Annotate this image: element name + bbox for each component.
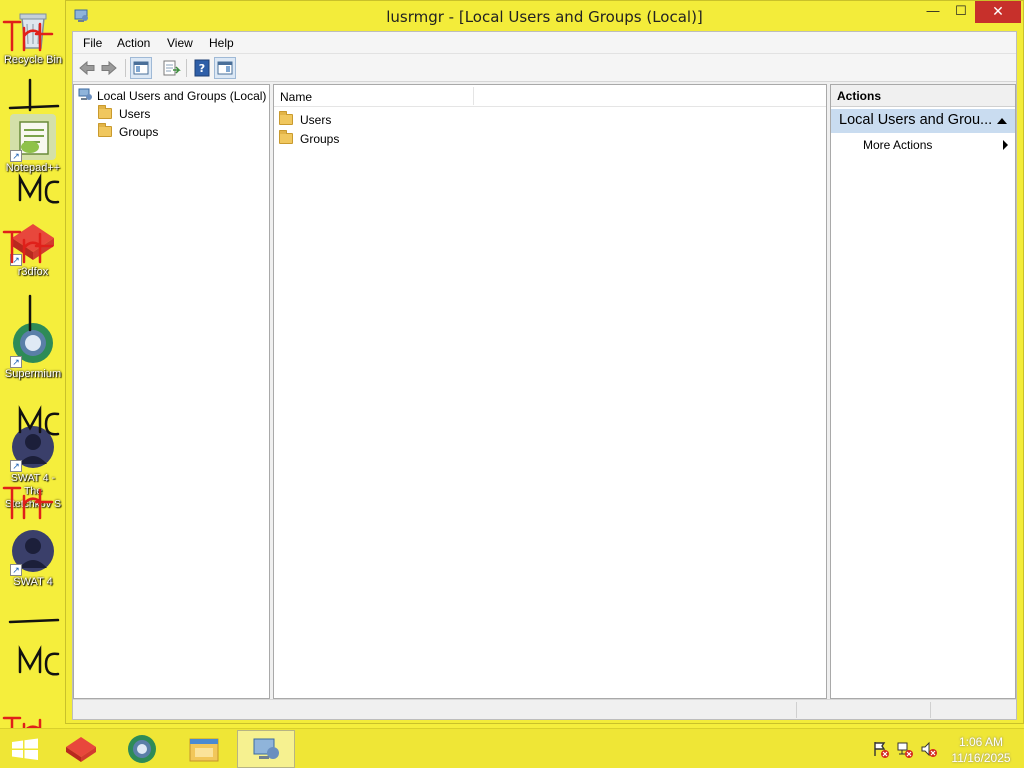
toolbar-separator (125, 59, 126, 77)
console-tree-pane: Local Users and Groups (Local) Users Gro… (73, 84, 270, 699)
desktop-icon-supermium[interactable]: ↗ Supermium (2, 320, 64, 381)
folder-icon (279, 130, 293, 144)
lusrmgr-window: lusrmgr - [Local Users and Groups (Local… (65, 0, 1024, 724)
shortcut-arrow-icon: ↗ (10, 254, 22, 266)
show-hide-console-tree-icon[interactable] (130, 57, 152, 79)
tree-item-label: Users (119, 107, 151, 121)
taskbar-r3dfox[interactable] (52, 730, 110, 768)
tree-item-root[interactable]: Local Users and Groups (Local) (78, 87, 267, 105)
taskbar-lusrmgr[interactable] (237, 730, 295, 768)
column-header-name[interactable]: Name (280, 90, 312, 104)
desktop-icon-label: SWAT 4 - The Stetchkov S (4, 472, 62, 510)
desktop-icon-swat4[interactable]: ↗ SWAT 4 (2, 528, 64, 589)
swat4-icon: ↗ (10, 528, 56, 576)
actions-pane: Actions Local Users and Grou... More Act… (830, 84, 1016, 699)
actions-group-title: Local Users and Grou... (839, 112, 993, 128)
menu-help[interactable]: Help (209, 36, 234, 50)
tree-item-groups[interactable]: Groups (98, 123, 158, 141)
show-hide-action-pane-icon[interactable] (214, 57, 236, 79)
supermium-icon: ↗ (10, 320, 56, 368)
shortcut-arrow-icon: ↗ (10, 150, 22, 162)
more-actions-item[interactable]: More Actions (863, 138, 932, 152)
toolbar-separator (186, 59, 187, 77)
minimize-button[interactable]: — (918, 1, 948, 23)
folder-icon (98, 105, 112, 119)
svg-text:?: ? (199, 62, 205, 75)
column-divider[interactable] (473, 87, 474, 105)
shortcut-arrow-icon: ↗ (10, 460, 22, 472)
actions-group-header[interactable]: Local Users and Grou... (831, 109, 1015, 133)
supermium-icon (128, 735, 156, 763)
windows-logo-icon (12, 738, 38, 760)
network-icon[interactable] (896, 739, 914, 759)
title-bar[interactable]: lusrmgr - [Local Users and Groups (Local… (66, 1, 1023, 31)
menu-view[interactable]: View (167, 36, 193, 50)
taskbar-clock[interactable]: 1:06 AM 11/16/2025 (948, 734, 1014, 766)
taskbar-supermium[interactable] (113, 730, 171, 768)
r3dfox-icon (66, 737, 96, 762)
mmc-client-area: File Action View Help ? Local Users and … (72, 31, 1017, 720)
help-icon[interactable]: ? (191, 57, 213, 79)
file-explorer-icon (189, 738, 219, 762)
window-title: lusrmgr - [Local Users and Groups (Local… (386, 8, 703, 26)
desktop-icon-swat4-stetchkov[interactable]: ↗ SWAT 4 - The Stetchkov S (2, 424, 64, 511)
list-item-label: Groups (300, 132, 340, 146)
status-divider (930, 702, 931, 718)
folder-icon (279, 111, 293, 125)
r3dfox-icon: ↗ (10, 218, 56, 266)
results-list-pane: Name Users Groups (273, 84, 827, 699)
submenu-arrow-icon (1003, 140, 1008, 150)
status-bar (73, 699, 1016, 719)
desktop-icon-label: Notepad++ (5, 162, 61, 174)
forward-icon[interactable] (98, 57, 120, 79)
local-users-groups-icon (78, 88, 92, 100)
tree-item-users[interactable]: Users (98, 105, 150, 123)
start-button[interactable] (0, 730, 50, 768)
export-list-icon[interactable] (160, 57, 182, 79)
shortcut-arrow-icon: ↗ (10, 564, 22, 576)
tree-item-label: Local Users and Groups (Local) (97, 89, 267, 103)
collapse-up-icon[interactable] (997, 118, 1007, 124)
desktop-icon-label: Recycle Bin (3, 54, 63, 66)
desktop-icon-label: r3dfox (17, 266, 49, 278)
shortcut-arrow-icon: ↗ (10, 356, 22, 368)
taskbar: 1:06 AM 11/16/2025 (0, 728, 1024, 768)
recycle-bin-icon (10, 6, 56, 52)
desktop-icon-label: Supermium (4, 368, 62, 380)
actions-header: Actions (831, 85, 1015, 107)
taskbar-file-explorer[interactable] (175, 730, 233, 768)
folder-icon (98, 123, 112, 137)
desktop-icon-label: SWAT 4 (13, 576, 53, 588)
list-header: Name (274, 85, 826, 107)
toolbar: ? (73, 54, 1016, 82)
menu-bar: File Action View Help (73, 32, 1016, 54)
list-item-label: Users (300, 113, 332, 127)
list-item-users[interactable]: Users (279, 111, 331, 129)
close-button[interactable]: ✕ (975, 1, 1021, 23)
users-groups-app-icon (253, 738, 279, 759)
tree-item-label: Groups (119, 125, 159, 139)
status-divider (796, 702, 797, 718)
desktop-icon-recycle-bin[interactable]: Recycle Bin (2, 6, 64, 67)
clock-date: 11/16/2025 (951, 751, 1011, 765)
desktop-icon-notepad-plus-plus[interactable]: ↗ Notepad++ (2, 114, 64, 175)
volume-muted-icon[interactable] (920, 739, 938, 759)
maximize-button[interactable]: ☐ (946, 1, 976, 23)
back-icon[interactable] (76, 57, 98, 79)
notepad-plus-plus-icon: ↗ (10, 114, 56, 162)
menu-file[interactable]: File (83, 36, 102, 50)
list-item-groups[interactable]: Groups (279, 130, 339, 148)
clock-time: 1:06 AM (958, 735, 1004, 749)
menu-action[interactable]: Action (117, 36, 150, 50)
swat4-icon: ↗ (10, 424, 56, 472)
desktop-icon-r3dfox[interactable]: ↗ r3dfox (2, 218, 64, 279)
action-center-flag-icon[interactable] (872, 739, 890, 759)
